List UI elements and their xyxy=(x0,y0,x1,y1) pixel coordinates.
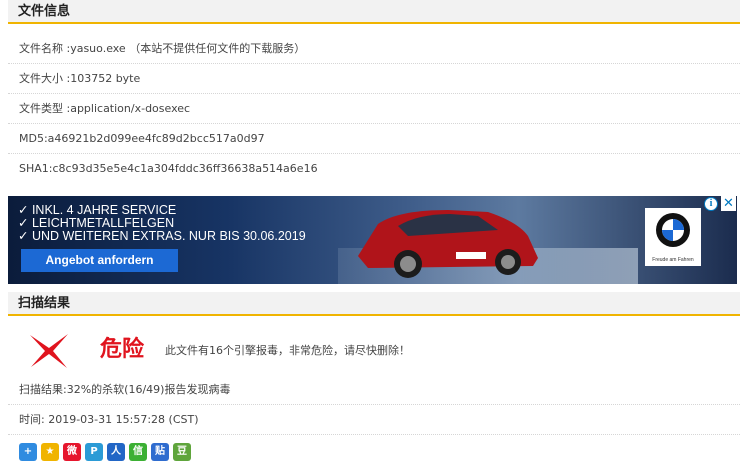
danger-status: 危险 xyxy=(100,337,145,362)
md5-row: MD5:a46921b2d099ee4fc89d2bcc517a0d97 xyxy=(8,124,740,154)
ad-info-icon[interactable]: i xyxy=(704,197,718,211)
weibo-icon[interactable]: 微 xyxy=(63,443,81,461)
renren-icon[interactable]: 人 xyxy=(107,443,125,461)
ad-banner[interactable]: ✓ INKL. 4 JAHRE SERVICE ✓ LEICHTMETALLFE… xyxy=(8,196,737,284)
wechat-icon[interactable]: 信 xyxy=(129,443,147,461)
scan-result-header: 扫描结果 xyxy=(8,292,740,316)
scan-result-row: 扫描结果:32%的杀软(16/49)报告发现病毒 xyxy=(8,375,740,405)
file-info-header: 文件信息 xyxy=(8,0,740,24)
danger-description: 此文件有16个引擎报毒，非常危险，请尽快删除！ xyxy=(165,344,410,357)
share-plus-icon[interactable]: + xyxy=(19,443,37,461)
ad-logo: Freude am Fahren xyxy=(645,208,701,266)
scan-time-row: 时间: 2019-03-31 15:57:28 (CST) xyxy=(8,405,740,435)
bmw-logo-icon xyxy=(656,213,690,247)
ad-line-3: ✓ UND WEITEREN EXTRAS. NUR BIS 30.06.201… xyxy=(18,229,306,243)
file-size-row: 文件大小 :103752 byte xyxy=(8,64,740,94)
qzone-icon[interactable]: ★ xyxy=(41,443,59,461)
ad-car-image xyxy=(338,210,638,284)
ad-close-icon[interactable]: ✕ xyxy=(721,196,736,211)
tieba-icon[interactable]: 贴 xyxy=(151,443,169,461)
douban-icon[interactable]: 豆 xyxy=(173,443,191,461)
share-bar: + ★ 微 P 人信贴豆 xyxy=(19,443,191,461)
file-type-row: 文件类型 :application/x-dosexec xyxy=(8,94,740,124)
ad-cta-button[interactable]: Angebot anfordern xyxy=(21,249,178,272)
file-name-row: 文件名称 :yasuo.exe （本站不提供任何文件的下载服务） xyxy=(8,34,740,64)
sha1-row: SHA1:c8c93d35e5e4c1a304fddc36ff36638a514… xyxy=(19,162,318,175)
tencent-weibo-icon[interactable]: P xyxy=(85,443,103,461)
ad-logo-tagline: Freude am Fahren xyxy=(652,257,694,263)
danger-x-icon xyxy=(30,334,68,368)
